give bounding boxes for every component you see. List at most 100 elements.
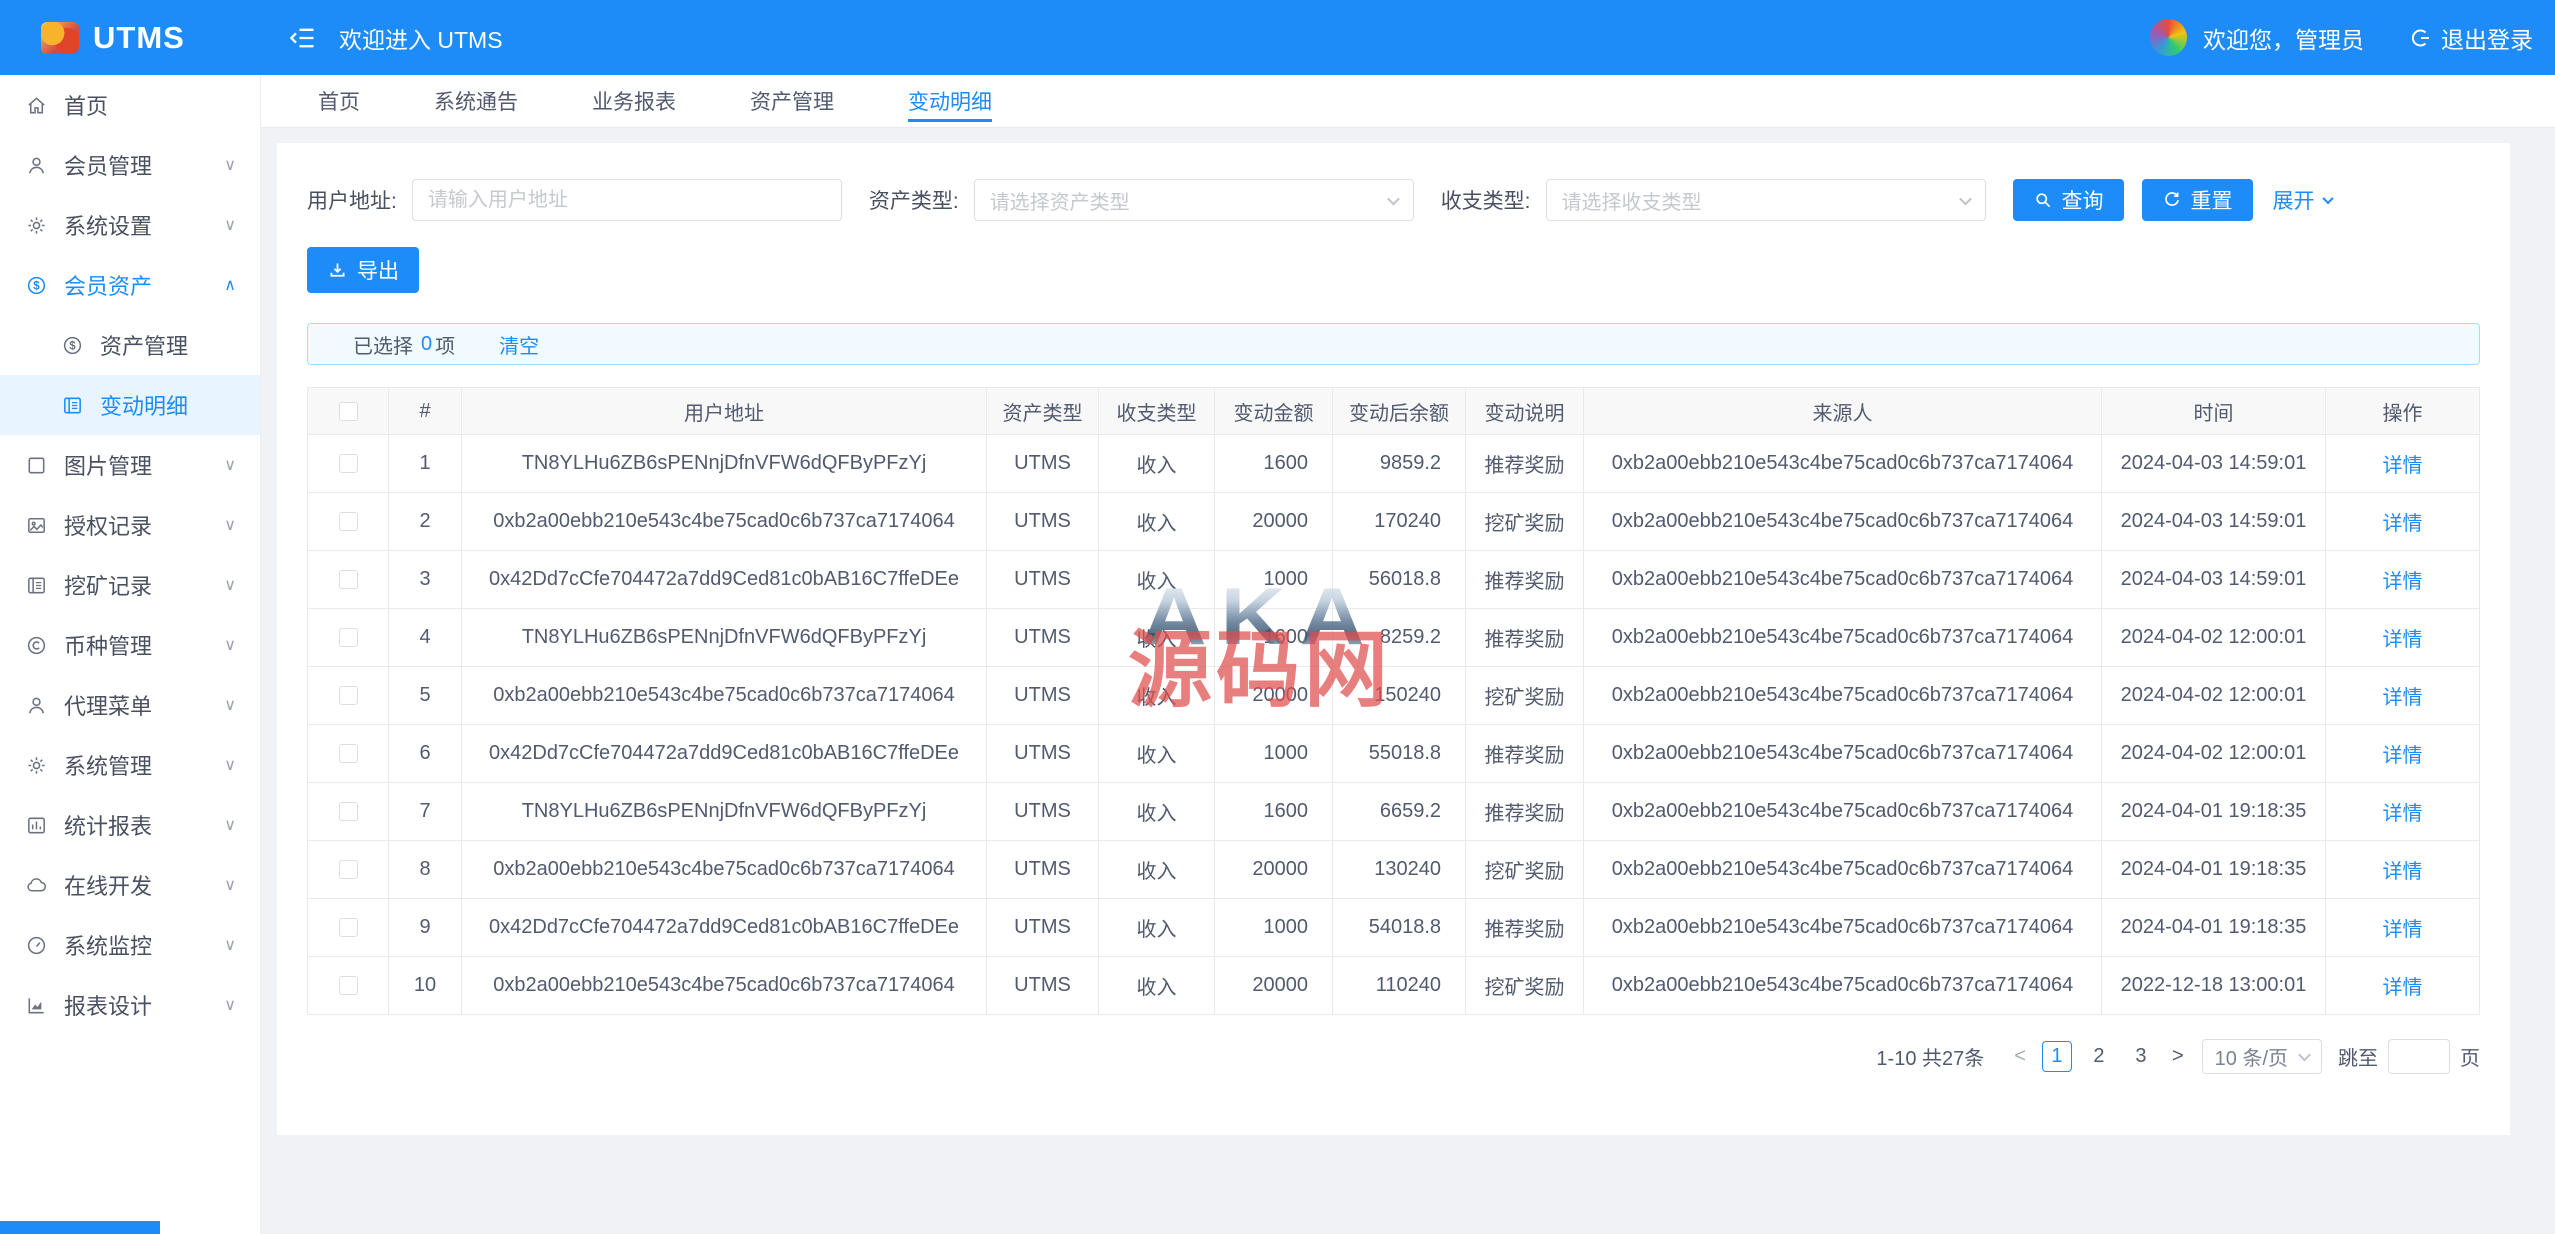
cell-user-address: TN8YLHu6ZB6sPENnjDfnVFW6dQFByPFzYj bbox=[462, 783, 987, 841]
sidebar-item[interactable]: 会员管理 ∨ bbox=[0, 135, 260, 195]
cell-asset-type: UTMS bbox=[987, 551, 1099, 609]
menu-icon bbox=[25, 874, 48, 897]
page-size-select[interactable]: 10 条/页 bbox=[2202, 1039, 2322, 1074]
cell-note: 推荐奖励 bbox=[1466, 899, 1584, 957]
table-body: 1 TN8YLHu6ZB6sPENnjDfnVFW6dQFByPFzYj UTM… bbox=[308, 435, 2480, 1015]
chevron-icon: ∨ bbox=[224, 755, 236, 775]
sidebar-item[interactable]: 报表设计 ∨ bbox=[0, 975, 260, 1035]
detail-link[interactable]: 详情 bbox=[2383, 803, 2423, 825]
sidebar-item[interactable]: 挖矿记录 ∨ bbox=[0, 555, 260, 615]
cell-note: 挖矿奖励 bbox=[1466, 841, 1584, 899]
sidebar-item[interactable]: 图片管理 ∨ bbox=[0, 435, 260, 495]
logout-button[interactable]: 退出登录 bbox=[2408, 21, 2533, 55]
cell-index: 10 bbox=[389, 957, 462, 1015]
tab[interactable]: 业务报表 bbox=[592, 75, 676, 128]
row-checkbox[interactable] bbox=[339, 454, 358, 473]
expand-filters-link[interactable]: 展开 bbox=[2273, 185, 2332, 215]
export-button[interactable]: 导出 bbox=[307, 247, 419, 293]
page-number-button[interactable]: 3 bbox=[2126, 1041, 2156, 1072]
io-type-select[interactable]: 请选择收支类型 bbox=[1546, 179, 1986, 221]
sidebar: 首页 会员管理 ∨ 系统设置 ∨ 会员资产 bbox=[0, 75, 261, 1234]
header-right: 欢迎您，管理员 退出登录 bbox=[2150, 19, 2555, 56]
cell-balance: 8259.2 bbox=[1333, 609, 1466, 667]
detail-link[interactable]: 详情 bbox=[2383, 513, 2423, 535]
cell-checkbox bbox=[308, 725, 389, 783]
cell-source: 0xb2a00ebb210e543c4be75cad0c6b737ca71740… bbox=[1584, 783, 2102, 841]
tab[interactable]: 资产管理 bbox=[750, 75, 834, 128]
page-size-value: 10 条/页 bbox=[2215, 1042, 2288, 1071]
cell-note: 推荐奖励 bbox=[1466, 551, 1584, 609]
cell-io-type: 收入 bbox=[1099, 783, 1215, 841]
tab[interactable]: 变动明细 bbox=[908, 75, 992, 128]
prev-page-button[interactable]: < bbox=[2004, 1045, 2036, 1068]
sidebar-item[interactable]: 在线开发 ∨ bbox=[0, 855, 260, 915]
cell-balance: 130240 bbox=[1333, 841, 1466, 899]
row-checkbox[interactable] bbox=[339, 628, 358, 647]
search-button[interactable]: 查询 bbox=[2013, 179, 2124, 221]
detail-link[interactable]: 详情 bbox=[2383, 861, 2423, 883]
detail-link[interactable]: 详情 bbox=[2383, 919, 2423, 941]
sidebar-item[interactable]: 会员资产 ∧ bbox=[0, 255, 260, 315]
user-greeting: 欢迎您，管理员 bbox=[2203, 21, 2364, 55]
cell-balance: 56018.8 bbox=[1333, 551, 1466, 609]
page-number-button[interactable]: 2 bbox=[2084, 1041, 2114, 1072]
row-checkbox[interactable] bbox=[339, 802, 358, 821]
chevron-icon: ∨ bbox=[224, 155, 236, 175]
select-all-checkbox[interactable] bbox=[339, 402, 358, 421]
row-checkbox[interactable] bbox=[339, 860, 358, 879]
page-number-button[interactable]: 1 bbox=[2042, 1041, 2072, 1072]
sidebar-item-label: 统计报表 bbox=[64, 809, 152, 841]
cell-time: 2024-04-02 12:00:01 bbox=[2102, 667, 2326, 725]
cell-action: 详情 bbox=[2326, 493, 2480, 551]
clear-selection-link[interactable]: 清空 bbox=[499, 330, 539, 359]
detail-link[interactable]: 详情 bbox=[2383, 745, 2423, 767]
menu-icon bbox=[25, 514, 48, 537]
sidebar-item[interactable]: 币种管理 ∨ bbox=[0, 615, 260, 675]
detail-link[interactable]: 详情 bbox=[2383, 629, 2423, 651]
sidebar-item[interactable]: 系统管理 ∨ bbox=[0, 735, 260, 795]
next-page-button[interactable]: > bbox=[2162, 1045, 2194, 1068]
row-checkbox[interactable] bbox=[339, 918, 358, 937]
cell-note: 挖矿奖励 bbox=[1466, 667, 1584, 725]
reset-button[interactable]: 重置 bbox=[2142, 179, 2253, 221]
sidebar-item[interactable]: 代理菜单 ∨ bbox=[0, 675, 260, 735]
tab-label: 系统通告 bbox=[434, 86, 518, 116]
detail-link[interactable]: 详情 bbox=[2383, 455, 2423, 477]
avatar[interactable] bbox=[2150, 19, 2187, 56]
asset-type-select[interactable]: 请选择资产类型 bbox=[974, 179, 1414, 221]
app-header: UTMS 欢迎进入 UTMS 欢迎您，管理员 退出登录 bbox=[0, 0, 2555, 75]
chevron-icon: ∨ bbox=[224, 455, 236, 475]
tab[interactable]: 系统通告 bbox=[434, 75, 518, 128]
sidebar-item[interactable]: 授权记录 ∨ bbox=[0, 495, 260, 555]
table-row: 5 0xb2a00ebb210e543c4be75cad0c6b737ca717… bbox=[308, 667, 2480, 725]
jump-page-input[interactable] bbox=[2388, 1039, 2450, 1074]
sidebar-item[interactable]: 变动明细 bbox=[0, 375, 260, 435]
sidebar-item-label: 首页 bbox=[64, 89, 108, 121]
cell-asset-type: UTMS bbox=[987, 725, 1099, 783]
row-checkbox[interactable] bbox=[339, 744, 358, 763]
cell-io-type: 收入 bbox=[1099, 551, 1215, 609]
sidebar-item[interactable]: 系统监控 ∨ bbox=[0, 915, 260, 975]
cell-source: 0xb2a00ebb210e543c4be75cad0c6b737ca71740… bbox=[1584, 957, 2102, 1015]
sidebar-item[interactable]: 统计报表 ∨ bbox=[0, 795, 260, 855]
detail-link[interactable]: 详情 bbox=[2383, 571, 2423, 593]
sidebar-item[interactable]: 资产管理 bbox=[0, 315, 260, 375]
tab-label: 首页 bbox=[318, 86, 360, 116]
detail-link[interactable]: 详情 bbox=[2383, 977, 2423, 999]
sidebar-item[interactable]: 系统设置 ∨ bbox=[0, 195, 260, 255]
sidebar-collapse-icon[interactable] bbox=[289, 24, 317, 52]
row-checkbox[interactable] bbox=[339, 976, 358, 995]
row-checkbox[interactable] bbox=[339, 686, 358, 705]
sidebar-item[interactable]: 首页 bbox=[0, 75, 260, 135]
row-checkbox[interactable] bbox=[339, 570, 358, 589]
cell-io-type: 收入 bbox=[1099, 667, 1215, 725]
chevron-icon: ∨ bbox=[224, 215, 236, 235]
tab[interactable]: 首页 bbox=[318, 75, 360, 128]
user-address-input[interactable] bbox=[412, 179, 842, 221]
row-checkbox[interactable] bbox=[339, 512, 358, 531]
header-checkbox-cell bbox=[308, 388, 389, 435]
detail-link[interactable]: 详情 bbox=[2383, 687, 2423, 709]
cell-asset-type: UTMS bbox=[987, 783, 1099, 841]
table-row: 10 0xb2a00ebb210e543c4be75cad0c6b737ca71… bbox=[308, 957, 2480, 1015]
cell-time: 2022-12-18 13:00:01 bbox=[2102, 957, 2326, 1015]
